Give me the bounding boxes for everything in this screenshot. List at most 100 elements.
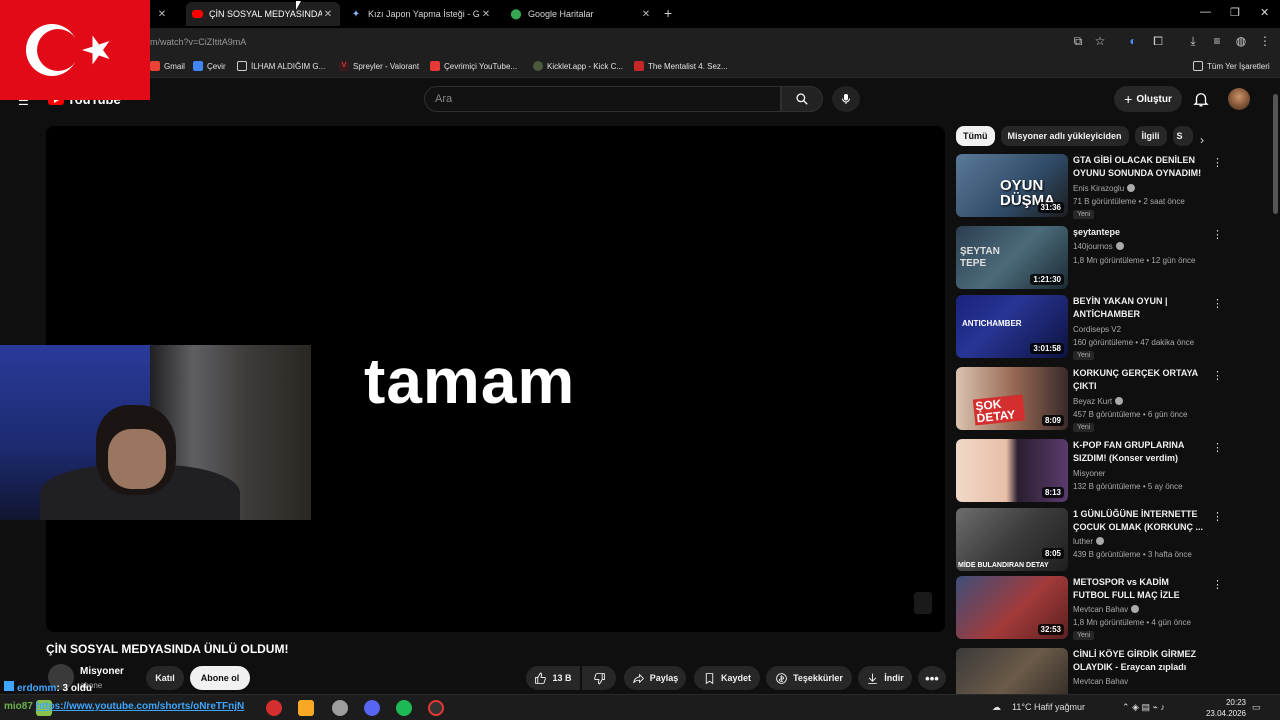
thanks-button[interactable]: Teşekkürler <box>766 666 852 690</box>
voice-search-button[interactable] <box>832 86 860 112</box>
tab-maps[interactable]: ⬤ Google Haritalar ✕ <box>504 2 658 26</box>
system-clock[interactable]: 20:23 23.04.2026 <box>1202 697 1246 719</box>
more-vert-icon[interactable]: ⋮ <box>1212 297 1223 310</box>
tray-icons[interactable]: ⌃ ◈ ▤ ⌁ ♪ <box>1122 702 1165 713</box>
recommendation-channel[interactable]: Cordiseps V2 <box>1073 325 1121 334</box>
recommendation-channel[interactable]: luther <box>1073 537 1105 546</box>
recommendation-title[interactable]: K-POP FAN GRUPLARINA SIZDIM! (Konser ver… <box>1073 439 1207 465</box>
bookmark-youtube-tool[interactable]: Çevrimiçi YouTube... <box>430 61 517 71</box>
chat-link[interactable]: https://www.youtube.com/shorts/oNreTFnjN <box>36 701 245 712</box>
more-vert-icon[interactable]: ⋮ <box>1212 156 1223 169</box>
recommendation-channel[interactable]: 140journos <box>1073 242 1124 251</box>
more-vert-icon[interactable]: ⋮ <box>1212 228 1223 241</box>
bookmark-valorant[interactable]: V Spreyler - Valorant <box>339 61 419 71</box>
restore-icon[interactable]: ❐ <box>1230 6 1240 19</box>
more-actions-button[interactable]: ••• <box>918 666 946 690</box>
share-button[interactable]: Paylaş <box>624 666 686 690</box>
download-button[interactable]: İndir <box>858 666 912 690</box>
close-icon[interactable]: ✕ <box>156 9 168 20</box>
discord-icon[interactable] <box>364 700 380 716</box>
tab-hidden[interactable]: ✕ <box>150 2 186 26</box>
recommendation-title[interactable]: şeytantepe <box>1073 226 1207 239</box>
bookmark-folder-ilham[interactable]: İLHAM ALDIĞIM G... <box>237 61 325 71</box>
app-icon[interactable] <box>332 700 348 716</box>
more-vert-icon[interactable]: ⋮ <box>1212 510 1223 523</box>
video-thumbnail[interactable]: ŞOK DETAY 8:09 <box>956 367 1068 430</box>
notifications-bell-icon[interactable] <box>1192 90 1210 108</box>
close-icon[interactable]: ✕ <box>322 9 334 20</box>
video-thumbnail[interactable] <box>956 648 1068 694</box>
more-vert-icon[interactable]: ⋮ <box>1212 441 1223 454</box>
recommendation-title[interactable]: BEYİN YAKAN OYUN | ANTİCHAMBER <box>1073 295 1207 321</box>
video-thumbnail[interactable]: ANTICHAMBER 3:01:58 <box>956 295 1068 358</box>
recommendation-item[interactable]: 32:53 METOSPOR vs KADİM FUTBOL FULL MAÇ … <box>956 576 1223 640</box>
download-icon[interactable]: ⤓ <box>1185 34 1201 49</box>
recommendation-item[interactable]: ŞEYTAN TEPE 1:21:30 şeytantepe 140journo… <box>956 226 1223 290</box>
profile-icon[interactable]: ◍ <box>1233 34 1249 48</box>
dislike-button[interactable] <box>582 666 616 690</box>
channel-watermark-icon[interactable] <box>914 592 932 614</box>
more-vert-icon[interactable]: ⋮ <box>1212 578 1223 591</box>
user-avatar[interactable] <box>1228 88 1250 110</box>
minimize-icon[interactable]: — <box>1200 6 1211 18</box>
close-icon[interactable]: ✕ <box>640 9 652 20</box>
bookmark-mentalist[interactable]: The Mentalist 4. Sez... <box>634 61 728 71</box>
bookmark-kicklet[interactable]: Kicklet.app - Kick C... <box>533 61 623 71</box>
recommendation-title[interactable]: GTA GİBİ OLACAK DENİLEN OYUNU SONUNDA OY… <box>1073 154 1207 180</box>
bookmark-gmail[interactable]: Gmail <box>150 61 185 71</box>
address-bar[interactable]: m/watch?v=CiZItitA9mA <box>150 37 246 47</box>
more-vert-icon[interactable]: ⋮ <box>1212 650 1216 663</box>
page-scrollbar[interactable] <box>1273 94 1278 214</box>
notifications-icon[interactable]: ▭ <box>1252 702 1261 713</box>
recommendation-channel[interactable]: Enis Kirazoglu <box>1073 184 1136 193</box>
recommendation-item[interactable]: ANTICHAMBER 3:01:58 BEYİN YAKAN OYUN | A… <box>956 295 1223 360</box>
close-window-icon[interactable]: ✕ <box>1260 6 1269 19</box>
save-button[interactable]: Kaydet <box>694 666 760 690</box>
more-vert-icon[interactable]: ⋮ <box>1212 369 1223 382</box>
recommendation-channel[interactable]: Misyoner <box>1073 469 1105 478</box>
install-icon[interactable]: ⧉ <box>1070 34 1086 49</box>
channel-name[interactable]: Misyoner <box>80 666 124 677</box>
extensions-icon[interactable]: ⧠ <box>1150 34 1166 49</box>
subscribe-button[interactable]: Abone ol <box>190 666 250 690</box>
chrome-icon[interactable] <box>266 700 282 716</box>
menu-dots-icon[interactable]: ⋮ <box>1257 34 1273 48</box>
chevron-right-icon[interactable]: › <box>1200 133 1204 147</box>
recommendation-title[interactable]: CİNLİ KÖYE GİRDİK GİRMEZ OLAYDIK - Erayc… <box>1073 648 1207 674</box>
spotify-icon[interactable] <box>396 700 412 716</box>
create-button[interactable]: + Oluştur <box>1114 86 1182 112</box>
recommendation-channel[interactable]: Mevtcan Bahav <box>1073 605 1140 614</box>
tab-youtube[interactable]: ÇİN SOSYAL MEDYASINDA ÜNLÜ... ✕ <box>186 2 340 26</box>
weather-status[interactable]: 11°C Hafif yağmur <box>1012 702 1085 712</box>
bookmark-translate[interactable]: Çevir <box>193 61 226 71</box>
recommendation-title[interactable]: KORKUNÇ GERÇEK ORTAYA ÇIKTI <box>1073 367 1207 393</box>
recommendation-channel[interactable]: Beyaz Kurt <box>1073 397 1124 406</box>
recommendation-title[interactable]: METOSPOR vs KADİM FUTBOL FULL MAÇ İZLE <box>1073 576 1207 602</box>
recommendation-item[interactable]: OYUN DÜŞMA 31:36 GTA GİBİ OLACAK DENİLEN… <box>956 154 1223 219</box>
search-button[interactable] <box>781 86 823 112</box>
close-icon[interactable]: ✕ <box>480 9 492 20</box>
chip-more[interactable]: S <box>1172 126 1193 146</box>
recommendation-channel[interactable]: Mevtcan Bahav <box>1073 677 1128 686</box>
new-tab-icon[interactable]: + <box>664 5 672 21</box>
extension-wave-icon[interactable]: ◐ <box>1125 34 1141 48</box>
recommendation-title[interactable]: 1 GÜNLÜĞÜNE İNTERNETTE ÇOCUK OLMAK (KORK… <box>1073 508 1207 534</box>
video-thumbnail[interactable]: 8:13 <box>956 439 1068 502</box>
recommendation-item[interactable]: CİNLİ KÖYE GİRDİK GİRMEZ OLAYDIK - Erayc… <box>956 648 1216 694</box>
star-icon[interactable]: ☆ <box>1092 34 1108 48</box>
video-thumbnail[interactable]: OYUN DÜŞMA 31:36 <box>956 154 1068 217</box>
join-button[interactable]: Katıl <box>146 666 184 690</box>
obs-icon[interactable] <box>428 700 444 716</box>
recommendation-item[interactable]: 8:13 K-POP FAN GRUPLARINA SIZDIM! (Konse… <box>956 439 1223 503</box>
chip-from-uploader[interactable]: Misyoner adlı yükleyiciden <box>1000 126 1129 146</box>
tab-gemini[interactable]: ✦ Kızı Japon Yapma İsteği - Goog ✕ <box>344 2 498 26</box>
media-icon[interactable]: ≡ <box>1209 34 1225 48</box>
search-input[interactable]: Ara <box>424 86 781 112</box>
file-explorer-icon[interactable] <box>298 700 314 716</box>
video-thumbnail[interactable]: MİDE BULANDIRAN DETAY 8:05 <box>956 508 1068 571</box>
bookmark-all-folder[interactable]: Tüm Yer İşaretleri <box>1193 61 1270 71</box>
recommendation-item[interactable]: MİDE BULANDIRAN DETAY 8:05 1 GÜNLÜĞÜNE İ… <box>956 508 1223 572</box>
recommendation-item[interactable]: ŞOK DETAY 8:09 KORKUNÇ GERÇEK ORTAYA ÇIK… <box>956 367 1223 432</box>
chip-all[interactable]: Tümü <box>956 126 995 146</box>
video-thumbnail[interactable]: ŞEYTAN TEPE 1:21:30 <box>956 226 1068 289</box>
